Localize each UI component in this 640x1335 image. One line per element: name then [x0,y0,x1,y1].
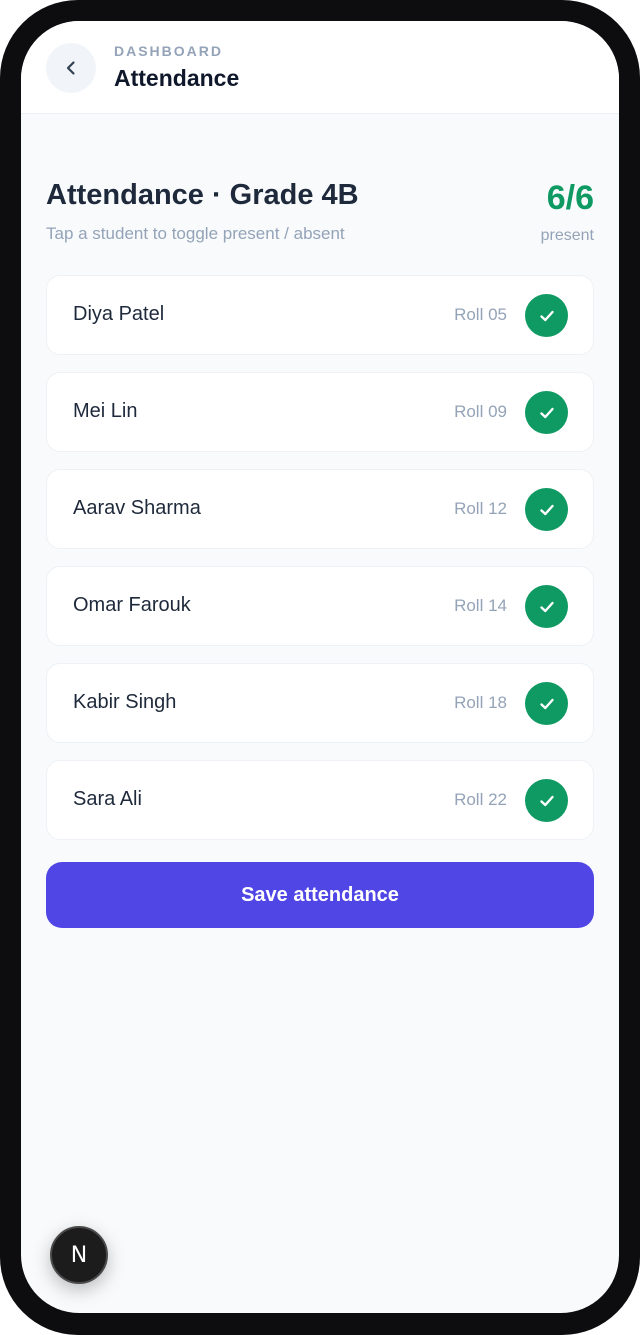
section-title: Attendance · Grade 4B [46,179,359,211]
app-screen: DASHBOARD Attendance Attendance · Grade … [21,21,619,1313]
student-row[interactable]: Omar Farouk Roll 14 [46,566,594,646]
device-frame: DASHBOARD Attendance Attendance · Grade … [0,0,640,1335]
app-header: DASHBOARD Attendance [21,21,619,114]
student-roll: Roll 12 [454,499,507,518]
present-check-icon[interactable] [525,779,568,822]
breadcrumb: DASHBOARD [114,43,223,59]
student-name: Kabir Singh [73,691,177,713]
student-list: Diya Patel Roll 05 Mei Lin Roll 09 Aarav… [46,275,594,857]
student-name: Omar Farouk [73,594,191,616]
student-row[interactable]: Kabir Singh Roll 18 [46,663,594,743]
student-row[interactable]: Aarav Sharma Roll 12 [46,469,594,549]
present-check-icon[interactable] [525,294,568,337]
student-row[interactable]: Mei Lin Roll 09 [46,372,594,452]
student-name: Aarav Sharma [73,497,201,519]
student-roll: Roll 05 [454,305,507,324]
chevron-left-icon [66,61,75,75]
dev-badge-letter: N [70,1242,88,1268]
student-roll: Roll 18 [454,693,507,712]
student-row[interactable]: Sara Ali Roll 22 [46,760,594,840]
student-name: Mei Lin [73,400,138,422]
save-attendance-button[interactable]: Save attendance [46,862,594,928]
dev-tools-badge[interactable]: N [50,1226,108,1284]
section-subtitle: Tap a student to toggle present / absent [46,224,345,243]
student-name: Diya Patel [73,303,165,325]
present-check-icon[interactable] [525,488,568,531]
present-check-icon[interactable] [525,682,568,725]
present-count-label: present [540,227,594,244]
page-title: Attendance [114,65,240,91]
present-check-icon[interactable] [525,391,568,434]
student-roll: Roll 09 [454,402,507,421]
student-row[interactable]: Diya Patel Roll 05 [46,275,594,355]
present-count: 6/6 [546,179,594,217]
student-roll: Roll 22 [454,790,507,809]
present-check-icon[interactable] [525,585,568,628]
back-button[interactable] [46,43,96,93]
student-name: Sara Ali [73,788,142,810]
student-roll: Roll 14 [454,596,507,615]
